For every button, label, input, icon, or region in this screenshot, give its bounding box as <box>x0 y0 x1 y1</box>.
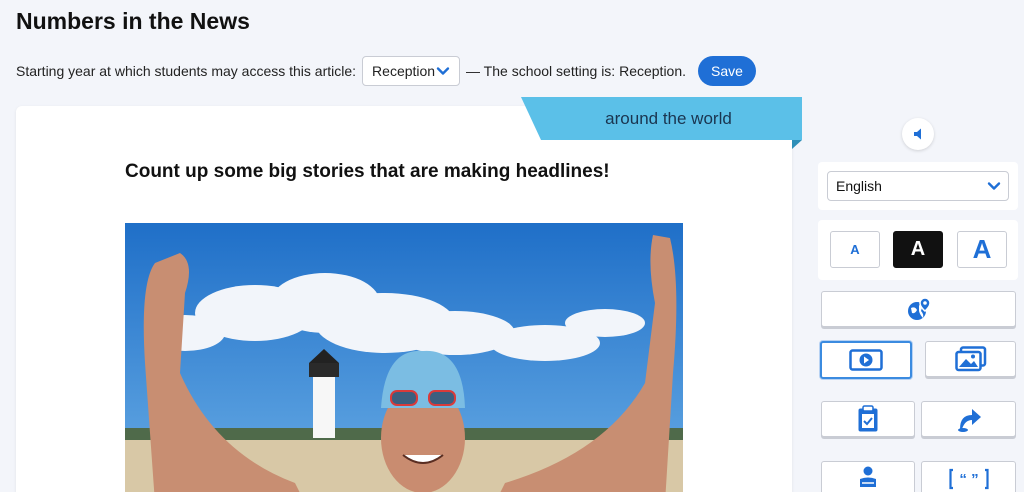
language-panel: English <box>818 162 1018 210</box>
text-size-panel: A A A <box>818 220 1018 280</box>
category-tab: around the world <box>521 97 802 149</box>
language-value: English <box>836 178 882 194</box>
clipboard-check-icon <box>858 405 878 432</box>
reading-button[interactable] <box>821 461 915 492</box>
quiz-button[interactable] <box>821 401 915 437</box>
text-size-small-button[interactable]: A <box>830 231 880 268</box>
video-button[interactable] <box>820 341 912 379</box>
article-card: Count up some big stories that are makin… <box>16 106 792 492</box>
article-photo <box>125 223 683 492</box>
person-reading-icon <box>860 466 876 487</box>
school-setting-note: — The school setting is: Reception. <box>466 63 687 79</box>
quote-icon: “ ” <box>948 468 989 490</box>
image-gallery-button[interactable] <box>925 341 1016 377</box>
text-size-large-button[interactable]: A <box>957 231 1007 268</box>
start-year-value: Reception <box>372 63 436 79</box>
start-year-select[interactable]: Reception <box>362 56 461 86</box>
access-setting-label: Starting year at which students may acce… <box>16 63 357 79</box>
category-label: around the world <box>605 109 732 128</box>
access-setting-row: Starting year at which students may acce… <box>16 56 757 86</box>
speaker-icon <box>914 128 921 140</box>
text-size-medium-button[interactable]: A <box>893 231 943 268</box>
quote-button[interactable]: “ ” <box>921 461 1016 492</box>
svg-text:“ ”: “ ” <box>959 471 978 488</box>
video-icon <box>849 349 883 371</box>
share-arrow-icon <box>957 409 981 432</box>
chevron-down-icon <box>436 67 450 75</box>
save-button[interactable]: Save <box>698 56 757 86</box>
chevron-down-icon <box>987 182 1001 190</box>
map-button[interactable] <box>821 291 1016 327</box>
audio-button[interactable] <box>902 118 934 150</box>
image-gallery-icon <box>954 346 986 372</box>
share-button[interactable] <box>921 401 1016 437</box>
article-headline: Count up some big stories that are makin… <box>125 161 610 182</box>
language-select[interactable]: English <box>827 171 1009 201</box>
map-pin-globe-icon <box>907 297 931 320</box>
page-title: Numbers in the News <box>16 8 250 34</box>
